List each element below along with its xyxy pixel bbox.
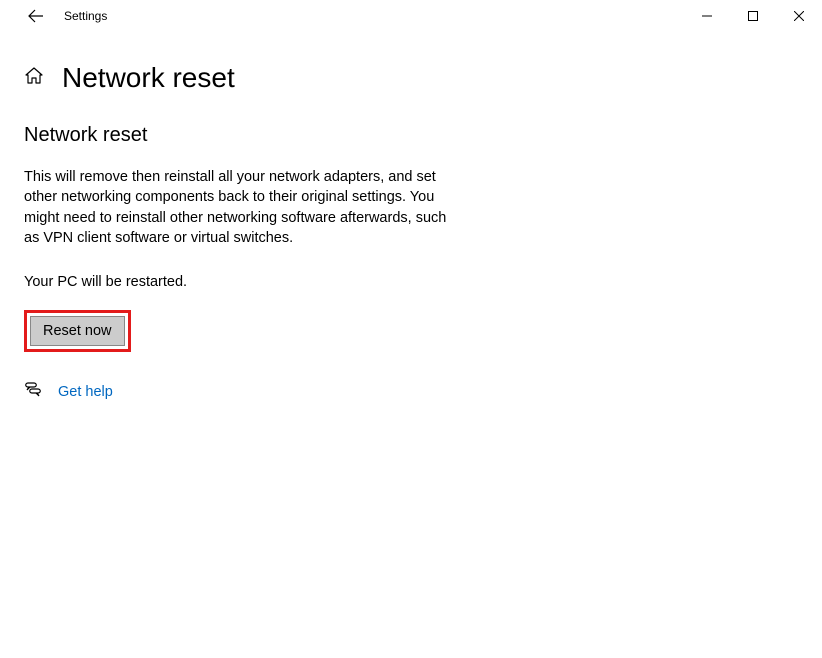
description-text: This will remove then reinstall all your… bbox=[24, 167, 464, 248]
get-help-icon bbox=[24, 380, 42, 403]
page-header: Network reset bbox=[0, 32, 822, 104]
minimize-icon bbox=[702, 11, 712, 21]
titlebar: Settings bbox=[0, 0, 822, 32]
app-name: Settings bbox=[64, 9, 107, 23]
reset-now-button[interactable]: Reset now bbox=[30, 316, 125, 346]
help-row: Get help bbox=[24, 380, 798, 403]
maximize-icon bbox=[748, 11, 758, 21]
close-icon bbox=[794, 11, 804, 21]
get-help-link[interactable]: Get help bbox=[58, 384, 113, 400]
home-icon[interactable] bbox=[24, 66, 44, 91]
minimize-button[interactable] bbox=[684, 0, 730, 32]
back-button[interactable] bbox=[20, 0, 52, 32]
page-title: Network reset bbox=[62, 62, 235, 94]
close-button[interactable] bbox=[776, 0, 822, 32]
back-arrow-icon bbox=[28, 8, 44, 24]
reset-button-highlight: Reset now bbox=[24, 310, 131, 352]
restart-note: Your PC will be restarted. bbox=[24, 274, 798, 290]
content-area: Network reset This will remove then rein… bbox=[0, 104, 822, 423]
maximize-button[interactable] bbox=[730, 0, 776, 32]
section-title: Network reset bbox=[24, 124, 798, 147]
window-controls bbox=[684, 0, 822, 32]
